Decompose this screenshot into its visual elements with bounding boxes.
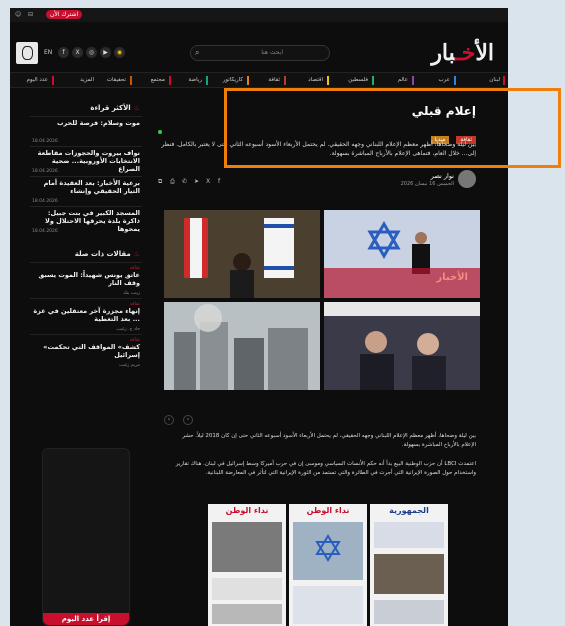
nav-item-lebanon[interactable]: لبنان	[489, 77, 500, 83]
city-illustration	[164, 302, 320, 390]
flags-illustration	[164, 210, 320, 298]
x-share-icon[interactable]: X	[206, 178, 210, 185]
image-city-strike	[164, 302, 320, 390]
nav-item-palestine[interactable]: فلسطين	[348, 77, 368, 83]
author-name[interactable]: نوار نصر	[431, 172, 454, 180]
copy-link-icon[interactable]: ⧉	[158, 178, 162, 186]
facebook-share-icon[interactable]: f	[218, 178, 220, 185]
nav-item-society[interactable]: مجتمع	[151, 77, 165, 83]
nav-item-sports[interactable]: رياضة	[189, 77, 202, 83]
nav-item-cartoon[interactable]: كاريكاتور	[223, 77, 243, 83]
prev-icon[interactable]: ‹	[164, 415, 174, 425]
image-news-studio: الأخبار	[324, 210, 480, 298]
most-read-header: الأكثر قراءة ♨	[90, 104, 140, 112]
newspaper-covers[interactable]: الجمهورية نداء الوطن نداء الوطن	[208, 504, 448, 626]
article-paragraph: اعتمدت LBCI أن حزب الوطنية البيع بدأ أنه…	[175, 461, 476, 476]
author-avatar[interactable]	[458, 170, 476, 188]
cart-icon[interactable]: ⊟	[28, 11, 33, 18]
image-officials	[324, 302, 480, 390]
article-image-collage[interactable]: الأخبار	[164, 210, 480, 390]
search-input[interactable]: ابحث هنا	[261, 49, 283, 56]
newspaper-cover: نداء الوطن	[289, 504, 367, 626]
whatsapp-icon[interactable]: ✆	[182, 178, 187, 185]
article-paragraph: بين ليلة وضحاها، أظهر معظم الإعلام اللبن…	[182, 433, 476, 448]
telegram-icon[interactable]: ➤	[194, 178, 199, 185]
nav-item-culture[interactable]: ثقافة	[268, 77, 280, 83]
cover-photo	[293, 522, 363, 624]
list-item[interactable]: المسجد الكبير في بنت جبيل: ذاكرة بلدة يح…	[30, 206, 142, 236]
highlight-annotation	[224, 88, 561, 168]
nav-item-economy[interactable]: اقتصاد	[308, 77, 323, 83]
subscribe-button[interactable]: اشترك الأن	[46, 10, 83, 19]
read-today-button[interactable]: إقرأ عدد اليوم	[43, 613, 129, 625]
nav-item-investigations[interactable]: تحقيقات	[107, 77, 126, 83]
next-icon[interactable]: ›	[183, 415, 194, 425]
instagram-icon[interactable]: ◎	[86, 47, 97, 58]
list-item[interactable]: موت وسلام: فرصة للحرب 18.04.2026	[30, 116, 142, 146]
cover-photo	[374, 522, 444, 624]
user-icon[interactable]: ☺	[15, 11, 21, 18]
site-header: EN f X ◎ ▶ ◉ ⌕ ابحث هنا الأخـبار	[10, 24, 508, 68]
youtube-icon[interactable]: ▶	[100, 47, 111, 58]
rss-icon[interactable]: ◉	[114, 47, 125, 58]
related-header: مقالات ذات صلة ♨	[74, 250, 140, 258]
gallery-controls: ‹ ›	[164, 406, 197, 425]
language-switch[interactable]: EN	[44, 49, 52, 56]
list-item[interactable]: نواف بيروت والحجوزات مقاطعة الانتخابات ا…	[30, 146, 142, 176]
list-item[interactable]: ثقافة إنهاء مجزرة آخر معتقلين في غزة ...…	[30, 298, 142, 334]
main-nav: لبنان عرب عالم فلسطين اقتصاد ثقافة كاريك…	[10, 72, 508, 88]
officials-illustration	[324, 302, 480, 390]
image-press-conference	[164, 210, 320, 298]
list-item[interactable]: ثقافة عاتق يونس شهيداً: الموت يسبق وقف ا…	[30, 262, 142, 298]
site-logo[interactable]: الأخـبار	[431, 40, 494, 66]
fire-icon: ♨	[133, 104, 140, 112]
cover-photo	[212, 522, 282, 624]
x-icon[interactable]: X	[72, 47, 83, 58]
nav-item-today-issue[interactable]: عدد اليوم	[27, 77, 48, 83]
fire-icon: ♨	[133, 250, 140, 258]
print-icon[interactable]: ⎙	[170, 178, 175, 186]
article-date: الخميس 16 نيسان 2026	[400, 181, 454, 187]
newspaper-cover: نداء الوطن	[208, 504, 286, 626]
sidebar: الأكثر قراءة ♨ موت وسلام: فرصة للحرب 18.0…	[30, 100, 142, 370]
author-block: نوار نصر الخميس 16 نيسان 2026 ⧉ ⎙ ✆ ➤ X …	[156, 170, 476, 192]
image-watermark: الأخبار	[436, 272, 468, 283]
newspaper-cover: الجمهورية	[370, 504, 448, 626]
top-bar: ☺ ⊟ اشترك الأن	[10, 8, 508, 22]
studio-illustration	[324, 210, 480, 298]
nav-item-more[interactable]: المزيد	[80, 77, 94, 83]
nav-item-world[interactable]: عالم	[398, 77, 408, 83]
avatar[interactable]	[16, 42, 38, 64]
list-item[interactable]: ثقافة «كشف» المواقف التي تحكمت إسرائيل م…	[30, 334, 142, 370]
today-issue-ad[interactable]: إقرأ عدد اليوم	[42, 448, 130, 626]
facebook-icon[interactable]: f	[58, 47, 69, 58]
nav-item-arab[interactable]: عرب	[439, 77, 451, 83]
live-indicator	[158, 130, 162, 134]
search-box[interactable]: ⌕ ابحث هنا	[190, 45, 330, 61]
search-icon[interactable]: ⌕	[195, 48, 199, 58]
list-item[interactable]: برعية الأخبار: بعد العقيدة أمام التيار ا…	[30, 176, 142, 206]
